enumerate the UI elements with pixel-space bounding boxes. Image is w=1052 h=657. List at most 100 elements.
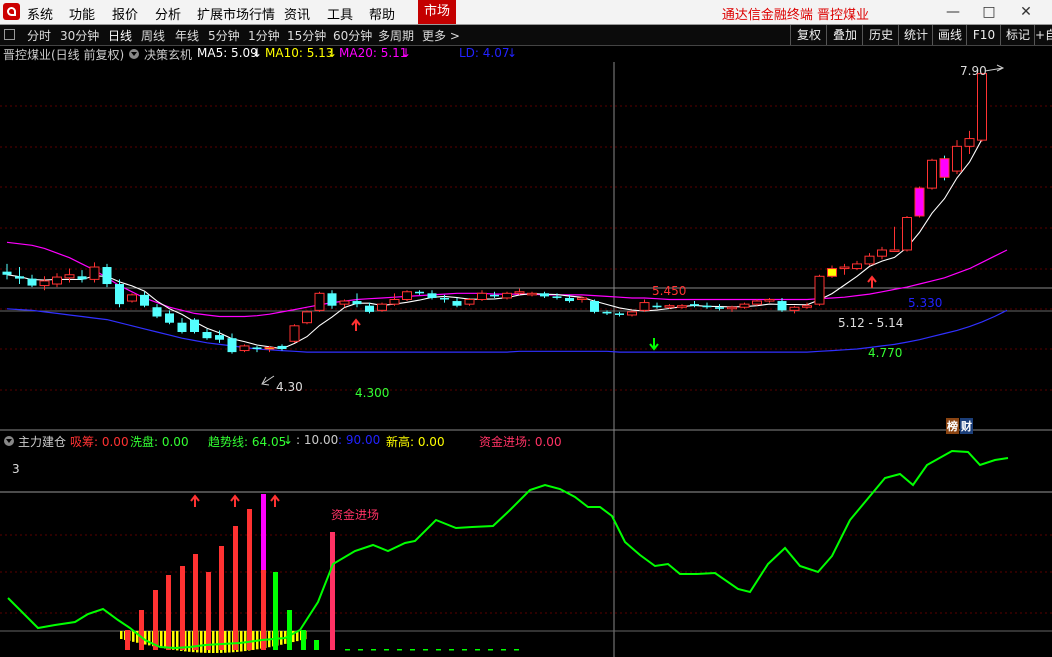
sub-indicator-dropdown-icon[interactable] bbox=[4, 436, 14, 446]
down-candle bbox=[2, 271, 12, 275]
up-candle bbox=[302, 311, 312, 324]
resistance-label: 5.450 bbox=[652, 284, 687, 298]
xichou-bar bbox=[139, 610, 144, 650]
xipan-bar bbox=[301, 630, 306, 650]
xipan-dot bbox=[397, 649, 402, 651]
up-candle bbox=[89, 266, 100, 280]
up-candle bbox=[902, 216, 912, 251]
xingao-value: 新高: 0.00 bbox=[386, 435, 445, 449]
down-candle bbox=[777, 301, 787, 311]
xipan-dot bbox=[501, 649, 506, 651]
up-candle bbox=[677, 305, 687, 308]
xipan-dot bbox=[358, 649, 363, 651]
absorption-bar bbox=[200, 631, 203, 653]
low-pointer-icon bbox=[261, 375, 275, 386]
down-candle bbox=[715, 307, 724, 309]
absorption-bar bbox=[132, 631, 135, 642]
xichou-bar bbox=[125, 630, 130, 650]
up-candle bbox=[639, 302, 650, 311]
up-candle bbox=[389, 299, 400, 305]
up-candle bbox=[127, 294, 137, 302]
down-candle bbox=[165, 313, 174, 323]
down-candle bbox=[215, 335, 224, 340]
ma5-value: MA5: 5.09 bbox=[197, 46, 258, 60]
up-candle bbox=[739, 303, 750, 308]
up-candle bbox=[502, 292, 512, 299]
up-candle bbox=[952, 145, 962, 172]
absorption-bar bbox=[224, 631, 227, 653]
low-price-label: 4.30 bbox=[276, 380, 303, 394]
down-candle bbox=[590, 301, 599, 312]
trend-value: 趋势线: 64.05 bbox=[208, 435, 287, 449]
buy-arrow-icon bbox=[351, 318, 361, 331]
down-candle bbox=[552, 296, 562, 298]
ma20-value: MA20: 5.11 bbox=[339, 46, 408, 60]
zijin-value: 资金进场: 0.00 bbox=[479, 435, 562, 449]
xipan-dot bbox=[449, 649, 454, 651]
absorption-bar bbox=[120, 631, 123, 639]
ten-value: : 10.00 bbox=[296, 433, 339, 447]
xipan-bar bbox=[314, 640, 319, 650]
absorption-bar bbox=[212, 631, 215, 653]
down-candle bbox=[415, 291, 424, 294]
sell-arrow-icon bbox=[649, 338, 659, 351]
indicator-name[interactable]: 决策玄机 bbox=[144, 46, 192, 63]
xipan-dot bbox=[475, 649, 480, 651]
xipan-dot bbox=[436, 649, 441, 651]
zijin-annotation: 资金进场 bbox=[331, 508, 380, 522]
up-candle bbox=[977, 73, 987, 141]
up-candle bbox=[377, 303, 387, 311]
up-candle bbox=[889, 249, 900, 252]
xichou-bar bbox=[206, 572, 211, 650]
up-candle bbox=[964, 138, 975, 147]
absorption-bar bbox=[244, 631, 247, 652]
high-price-label: 7.90 bbox=[960, 64, 987, 78]
down-candle bbox=[15, 276, 24, 279]
xipan-dot bbox=[345, 649, 350, 651]
finance-badge[interactable]: 财 bbox=[960, 418, 973, 434]
support-label: 4.300 bbox=[355, 386, 390, 400]
xipan-dot bbox=[514, 649, 519, 651]
up-candle bbox=[64, 274, 75, 279]
ma5-line bbox=[6, 138, 983, 350]
sub-indicator-title[interactable]: 主力建仓 bbox=[18, 433, 66, 450]
xichou-value: 吸筹: 0.00 bbox=[70, 435, 129, 449]
up-candle bbox=[814, 275, 825, 305]
zijin-bar bbox=[330, 532, 335, 650]
down-candle bbox=[277, 345, 287, 350]
green-level-label: 4.770 bbox=[868, 346, 903, 360]
absorption-bar bbox=[160, 631, 163, 648]
up-candle bbox=[314, 292, 325, 311]
down-candle bbox=[327, 293, 337, 306]
down-candle bbox=[27, 278, 37, 286]
ld-value: LD: 4.07 bbox=[459, 46, 510, 60]
up-candle bbox=[864, 255, 875, 265]
xipan-dot bbox=[462, 649, 467, 651]
absorption-bar bbox=[188, 631, 191, 652]
blue-level-label: 5.330 bbox=[908, 296, 943, 310]
ma20-down-arrow-icon: ↓ bbox=[401, 46, 412, 60]
up-candle bbox=[514, 291, 525, 294]
indicator-dropdown-icon[interactable] bbox=[129, 49, 139, 59]
down-candle bbox=[190, 319, 199, 332]
up-candle bbox=[627, 311, 637, 316]
xipan-dot bbox=[384, 649, 389, 651]
sub-up-arrow-icon bbox=[190, 494, 200, 507]
sub-up-arrow-icon bbox=[270, 494, 280, 507]
absorption-bar bbox=[240, 631, 243, 652]
up-candle bbox=[839, 266, 850, 270]
down-candle bbox=[77, 276, 87, 280]
up-candle bbox=[402, 291, 412, 301]
down-candle bbox=[152, 307, 162, 317]
down-candle bbox=[140, 294, 149, 306]
up-candle bbox=[877, 249, 887, 257]
xichou-bar bbox=[180, 566, 185, 650]
sub-up-arrow-icon bbox=[230, 494, 240, 507]
ninety-value: : 90.00 bbox=[338, 433, 381, 447]
signal-candle bbox=[914, 187, 925, 217]
up-candle bbox=[464, 299, 475, 305]
down-candle bbox=[565, 297, 574, 302]
xichou-bar bbox=[166, 575, 171, 650]
absorption-bar bbox=[144, 631, 147, 645]
rank-badge[interactable]: 榜 bbox=[946, 418, 959, 434]
